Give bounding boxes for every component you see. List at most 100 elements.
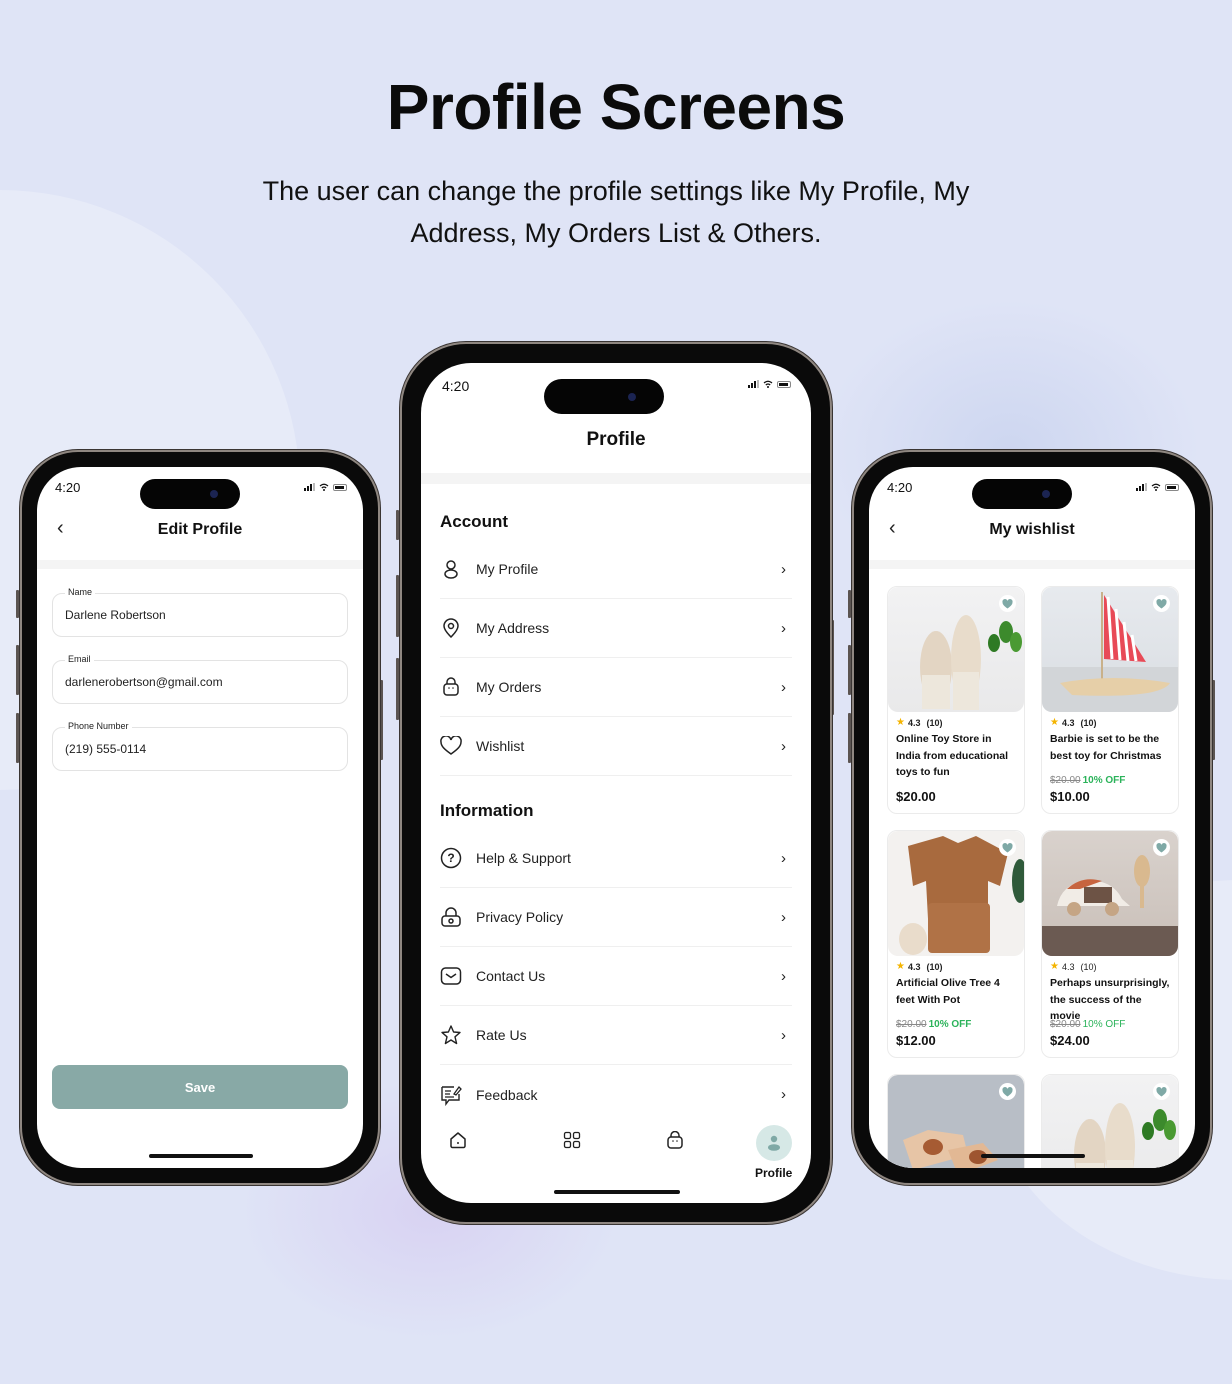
phone-side-button (396, 575, 399, 637)
email-field-label: Email (65, 654, 94, 664)
tab-categories[interactable] (563, 1131, 581, 1149)
help-circle-icon: ? (440, 847, 462, 869)
product-rating: ★ 4.3 (10) (896, 717, 943, 728)
old-price: $20.00 (896, 1019, 927, 1030)
email-input[interactable] (65, 675, 325, 689)
menu-item-privacy-policy[interactable]: Privacy Policy › (440, 888, 792, 947)
wifi-icon (763, 380, 773, 388)
menu-item-wishlist[interactable]: Wishlist › (440, 717, 792, 776)
phone-side-button (848, 645, 851, 695)
menu-item-my-profile[interactable]: My Profile › (440, 540, 792, 599)
phone-side-button (848, 713, 851, 763)
heart-filled-icon (1002, 598, 1013, 608)
wishlist-heart-button[interactable] (999, 595, 1016, 612)
chevron-right-icon: › (781, 908, 786, 926)
wishlist-heart-button[interactable] (999, 1083, 1016, 1100)
star-icon: ★ (896, 961, 905, 972)
phone-side-button (396, 658, 399, 720)
header-divider (869, 560, 1195, 569)
status-icons (304, 483, 347, 491)
bottom-tab-bar: Profile (421, 1119, 811, 1199)
edit-profile-screen: 4:20 ‹ Edit Profile Name Email Phone Num… (37, 467, 363, 1168)
name-input[interactable] (65, 608, 325, 622)
phone-side-button (16, 713, 19, 763)
phone-profile: 4:20 Profile Account My Profile › My Add… (400, 342, 832, 1224)
tab-label: Profile (755, 1166, 793, 1180)
heart-filled-icon (1156, 842, 1167, 852)
profile-icon (755, 1125, 792, 1161)
product-price: $12.00 (896, 1033, 936, 1048)
home-icon (450, 1132, 466, 1149)
phone-side-button (380, 680, 383, 760)
phone-field[interactable]: Phone Number (52, 721, 348, 771)
product-discount: $20.00 10% OFF (1050, 770, 1125, 788)
menu-item-rate-us[interactable]: Rate Us › (440, 1006, 792, 1065)
mail-icon (440, 965, 462, 987)
product-rating: ★ 4.3 (10) (896, 961, 943, 972)
wishlist-heart-button[interactable] (1153, 1083, 1170, 1100)
save-button[interactable]: Save (52, 1065, 348, 1109)
wishlist-screen: 4:20 ‹ My wishlist ★ 4.3 (10) Online Toy S… (869, 467, 1195, 1168)
phone-side-button (16, 590, 19, 618)
product-title: Artificial Olive Tree 4 feet With Pot (896, 977, 1000, 1006)
phone-side-button (848, 590, 851, 618)
shopping-bag-icon (440, 676, 462, 698)
product-card[interactable]: ★ 4.3 (10) Barbie is set to be the best to… (1041, 586, 1179, 814)
menu-item-feedback[interactable]: Feedback › (440, 1065, 792, 1124)
bag-icon (667, 1131, 683, 1149)
star-icon: ★ (1050, 961, 1059, 972)
wishlist-heart-button[interactable] (1153, 839, 1170, 856)
home-indicator (149, 1154, 253, 1158)
status-time: 4:20 (442, 378, 470, 394)
star-icon: ★ (1050, 717, 1059, 728)
product-card[interactable]: ★ 4.3 (10) Artificial Olive Tree 4 feet Wi… (887, 830, 1025, 1058)
location-pin-icon (440, 617, 462, 639)
product-discount: $20.00 10% OFF (896, 1014, 971, 1032)
chevron-right-icon: › (781, 1026, 786, 1044)
menu-item-label: My Address (476, 620, 550, 636)
menu-item-my-address[interactable]: My Address › (440, 599, 792, 658)
discount-badge: 10% OFF (1082, 1019, 1126, 1030)
email-field[interactable]: Email (52, 654, 348, 704)
chevron-right-icon: › (781, 678, 786, 696)
heart-filled-icon (1002, 842, 1013, 852)
section-title-information: Information (440, 801, 534, 820)
tab-orders[interactable] (666, 1131, 684, 1149)
page-subtitle: The user can change the profile settings… (262, 176, 970, 248)
heart-filled-icon (1156, 1086, 1167, 1096)
product-card[interactable]: ★ 4.3 (10) Online Toy Store in India from … (887, 586, 1025, 814)
menu-item-label: My Orders (476, 679, 542, 695)
heart-filled-icon (1156, 598, 1167, 608)
menu-item-label: Rate Us (476, 1027, 527, 1043)
status-icons (748, 380, 791, 388)
wishlist-heart-button[interactable] (999, 839, 1016, 856)
section-title-account: Account (440, 512, 508, 531)
wifi-icon (319, 483, 329, 491)
dynamic-island (140, 479, 240, 509)
wifi-icon (1151, 483, 1161, 491)
menu-item-label: Wishlist (476, 738, 525, 754)
screen-title: Profile (586, 429, 646, 450)
phone-input[interactable] (65, 742, 325, 756)
screen-title: My wishlist (989, 521, 1075, 538)
menu-item-label: Help & Support (476, 850, 571, 866)
menu-item-contact-us[interactable]: Contact Us › (440, 947, 792, 1006)
menu-item-help-support[interactable]: ? Help & Support › (440, 829, 792, 888)
phone-side-button (396, 510, 399, 540)
heart-icon (440, 735, 462, 757)
name-field[interactable]: Name (52, 587, 348, 637)
old-price: $20.00 (1050, 1019, 1081, 1030)
product-title: Online Toy Store in India from education… (896, 733, 1009, 778)
tab-home[interactable] (449, 1131, 467, 1149)
menu-item-label: Feedback (476, 1086, 538, 1103)
grid-icon (563, 1131, 581, 1149)
profile-screen: 4:20 Profile Account My Profile › My Add… (421, 363, 811, 1203)
menu-item-my-orders[interactable]: My Orders › (440, 658, 792, 717)
wishlist-heart-button[interactable] (1153, 595, 1170, 612)
product-card[interactable]: ★ 4.3 (10) Perhaps unsurprisingly, the suc… (1041, 830, 1179, 1058)
chevron-right-icon: › (781, 849, 786, 867)
phone-side-button (1212, 680, 1215, 760)
lock-icon (440, 906, 462, 928)
chevron-right-icon: › (781, 737, 786, 755)
tab-profile[interactable]: Profile (755, 1125, 792, 1180)
